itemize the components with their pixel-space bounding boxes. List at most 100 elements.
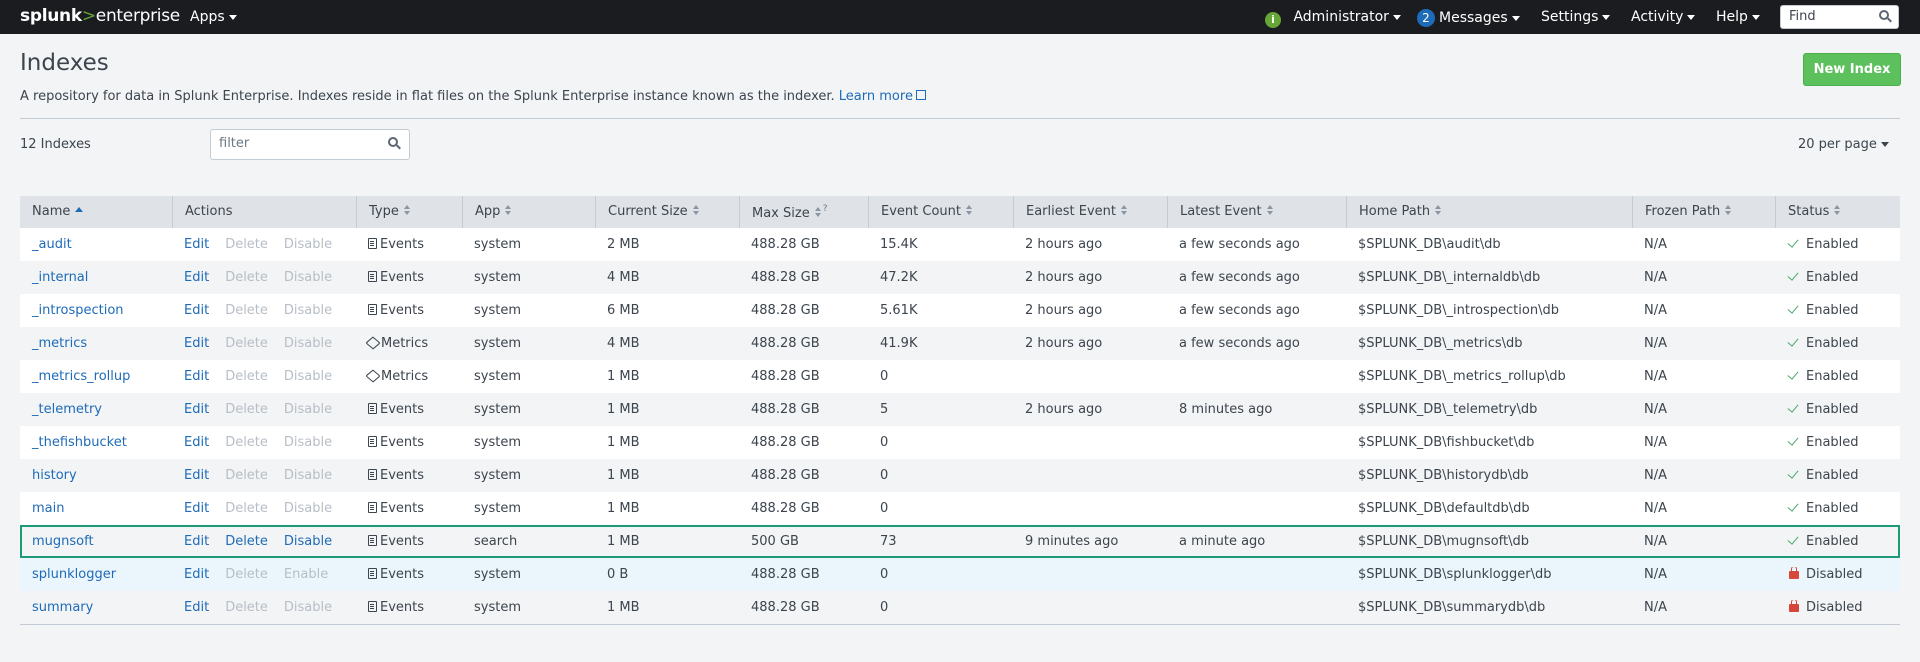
edit-link[interactable]: Edit	[184, 270, 209, 285]
table-cell: 488.28 GB	[739, 402, 868, 417]
table-cell: $SPLUNK_DB\splunklogger\db	[1346, 567, 1632, 582]
current-size: 1 MB	[607, 369, 640, 384]
administrator-menu[interactable]: i Administrator	[1265, 9, 1401, 28]
events-icon	[368, 271, 377, 282]
current-size: 4 MB	[607, 336, 640, 351]
learn-more-link[interactable]: Learn more	[839, 89, 926, 104]
col-frozen-path[interactable]: Frozen Path	[1632, 196, 1775, 228]
index-name-link[interactable]: main	[32, 501, 64, 516]
event-count: 0	[880, 369, 889, 384]
per-page-select[interactable]: 20 per page	[1798, 137, 1889, 152]
check-icon	[1787, 303, 1799, 314]
table-row[interactable]: history Edit Delete Disable Events system 1 MB…	[20, 459, 1900, 492]
col-current-size[interactable]: Current Size	[595, 196, 739, 228]
table-row[interactable]: mugnsoft Edit Delete Disable Events search 1 M…	[20, 525, 1900, 558]
edit-link[interactable]: Edit	[184, 600, 209, 615]
table-cell: Enabled	[1775, 468, 1900, 483]
search-icon[interactable]	[1879, 10, 1892, 23]
table-cell: _audit	[20, 237, 172, 252]
toggle-link[interactable]: Disable	[284, 534, 332, 549]
table-row[interactable]: splunklogger Edit Delete Enable Events system…	[20, 558, 1900, 591]
table-row[interactable]: _introspection Edit Delete Disable Events sys…	[20, 294, 1900, 327]
max-size: 488.28 GB	[751, 501, 820, 516]
edit-link[interactable]: Edit	[184, 369, 209, 384]
settings-menu[interactable]: Settings	[1541, 9, 1611, 25]
help-menu[interactable]: Help	[1716, 9, 1760, 25]
table-row[interactable]: _internal Edit Delete Disable Events system 4 …	[20, 261, 1900, 294]
delete-link: Delete	[225, 600, 268, 615]
table-cell: Edit Delete Disable	[172, 369, 356, 384]
filter-input[interactable]: filter	[210, 129, 410, 160]
home-path: $SPLUNK_DB\historydb\db	[1358, 468, 1529, 483]
col-status[interactable]: Status	[1775, 196, 1900, 228]
type-label: Events	[380, 600, 425, 615]
edit-link[interactable]: Edit	[184, 303, 209, 318]
table-cell: _introspection	[20, 303, 172, 318]
status-label: Enabled	[1806, 435, 1859, 450]
index-name-link[interactable]: mugnsoft	[32, 534, 94, 549]
index-name-link[interactable]: history	[32, 468, 77, 483]
status-label: Disabled	[1806, 567, 1863, 582]
table-cell: Events	[356, 600, 462, 615]
col-event-count[interactable]: Event Count	[868, 196, 1013, 228]
toggle-link: Disable	[283, 336, 333, 351]
new-index-button[interactable]: New Index	[1803, 53, 1901, 86]
earliest-event: 2 hours ago	[1025, 336, 1103, 351]
col-home-path[interactable]: Home Path	[1346, 196, 1632, 228]
table-row[interactable]: _metrics_rollup Edit Delete Disable Metrics s…	[20, 360, 1900, 393]
event-count: 0	[880, 468, 889, 483]
splunk-logo[interactable]: splunk>enterprise	[20, 6, 180, 26]
table-cell: N/A	[1632, 468, 1775, 483]
index-name-link[interactable]: splunklogger	[32, 567, 116, 582]
index-name-link[interactable]: _metrics	[32, 336, 87, 351]
edit-link[interactable]: Edit	[184, 435, 209, 450]
col-earliest-event[interactable]: Earliest Event	[1013, 196, 1167, 228]
table-row[interactable]: _thefishbucket Edit Delete Disable Events sys…	[20, 426, 1900, 459]
type-label: Events	[380, 567, 425, 582]
col-type[interactable]: Type	[356, 196, 462, 228]
table-cell: Edit Delete Disable	[172, 534, 356, 549]
edit-link[interactable]: Edit	[184, 237, 209, 252]
index-name-link[interactable]: _telemetry	[32, 402, 102, 417]
edit-link[interactable]: Edit	[184, 468, 209, 483]
edit-link[interactable]: Edit	[184, 501, 209, 516]
edit-link[interactable]: Edit	[184, 567, 209, 582]
apps-menu[interactable]: Apps	[190, 9, 237, 25]
col-app[interactable]: App	[462, 196, 595, 228]
event-count: 0	[880, 600, 889, 615]
app-label: system	[474, 567, 521, 582]
find-input[interactable]: Find	[1780, 5, 1899, 29]
frozen-path: N/A	[1644, 435, 1667, 450]
table-row[interactable]: _audit Edit Delete Disable Events system 2 MB 4…	[20, 228, 1900, 261]
table-cell: Enabled	[1775, 534, 1900, 549]
index-name-link[interactable]: summary	[32, 600, 93, 615]
home-path: $SPLUNK_DB\defaultdb\db	[1358, 501, 1530, 516]
col-latest-event[interactable]: Latest Event	[1167, 196, 1346, 228]
edit-link[interactable]: Edit	[184, 534, 209, 549]
app-label: system	[474, 369, 521, 384]
table-row[interactable]: _metrics Edit Delete Disable Metrics system 4 …	[20, 327, 1900, 360]
col-name[interactable]: Name	[20, 196, 172, 228]
table-cell: N/A	[1632, 600, 1775, 615]
table-header: Name Actions Type App Current Size Max S…	[20, 196, 1900, 228]
edit-link[interactable]: Edit	[184, 336, 209, 351]
table-row[interactable]: _telemetry Edit Delete Disable Events system 1…	[20, 393, 1900, 426]
frozen-path: N/A	[1644, 237, 1667, 252]
edit-link[interactable]: Edit	[184, 402, 209, 417]
table-cell: Disabled	[1775, 600, 1900, 615]
activity-menu[interactable]: Activity	[1631, 9, 1696, 25]
index-name-link[interactable]: _thefishbucket	[32, 435, 127, 450]
type-label: Events	[380, 237, 425, 252]
table-row[interactable]: main Edit Delete Disable Events system 1 MB 488…	[20, 492, 1900, 525]
index-name-link[interactable]: _metrics_rollup	[32, 369, 130, 384]
index-name-link[interactable]: _internal	[32, 270, 88, 285]
messages-menu[interactable]: 2 Messages	[1417, 9, 1520, 27]
index-name-link[interactable]: _audit	[32, 237, 72, 252]
col-actions: Actions	[172, 196, 356, 228]
index-name-link[interactable]: _introspection	[32, 303, 124, 318]
delete-link[interactable]: Delete	[225, 534, 268, 549]
col-max-size[interactable]: Max Size?	[739, 196, 868, 228]
help-icon[interactable]: ?	[823, 204, 828, 214]
app-label: system	[474, 303, 521, 318]
table-row[interactable]: summary Edit Delete Disable Events system 1 MB…	[20, 591, 1900, 624]
